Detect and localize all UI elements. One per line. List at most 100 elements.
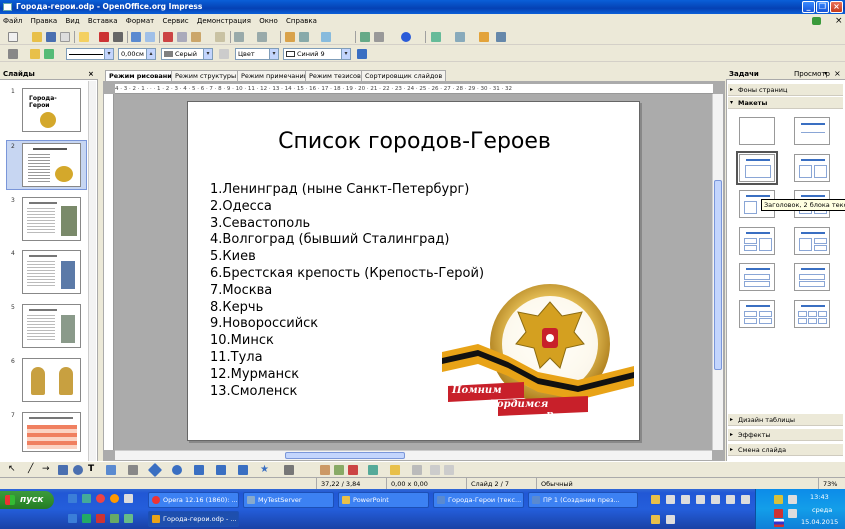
save-icon[interactable] — [46, 32, 56, 42]
area-color-select[interactable]: Серый ▾ — [161, 48, 213, 60]
interaction-icon[interactable] — [412, 465, 422, 475]
navigator-icon[interactable] — [360, 32, 370, 42]
new-icon[interactable] — [8, 32, 18, 42]
from-file-icon[interactable] — [320, 465, 330, 475]
extrusion-icon[interactable] — [368, 465, 378, 475]
custom-animation-icon[interactable] — [390, 465, 400, 475]
minimize-button[interactable]: _ — [802, 1, 815, 13]
print-icon[interactable] — [113, 32, 123, 42]
layout-title-only[interactable] — [794, 117, 830, 145]
layout-6-boxes[interactable] — [794, 300, 830, 328]
email-icon[interactable] — [60, 32, 70, 42]
slide-thumbnail-4[interactable] — [22, 250, 81, 294]
ellipse-tool-icon[interactable] — [73, 465, 83, 475]
rectangle-tool-icon[interactable] — [58, 465, 68, 475]
menu-file[interactable]: Файл — [0, 14, 25, 28]
arrow-tool-icon[interactable]: → — [42, 465, 52, 475]
tray-icon[interactable] — [711, 495, 720, 504]
section-effects[interactable]: ▸ Эффекты — [728, 429, 843, 441]
open-icon[interactable] — [32, 32, 42, 42]
line-color-select[interactable]: Синий 9 ▾ — [283, 48, 351, 60]
area-style-select[interactable]: Цвет ▾ — [235, 48, 279, 60]
slide-thumbnail-2[interactable] — [22, 143, 81, 187]
tray-icon[interactable] — [651, 495, 660, 504]
tray-icon[interactable] — [741, 495, 750, 504]
redo-icon[interactable] — [257, 32, 267, 42]
shield-icon[interactable] — [774, 495, 783, 504]
styles-icon[interactable] — [8, 49, 18, 59]
section-master-pages[interactable]: ▸ Фоны страниц — [728, 84, 843, 96]
scroll-thumb[interactable] — [714, 180, 722, 370]
edit-file-icon[interactable] — [79, 32, 89, 42]
slide-design-icon[interactable] — [455, 32, 465, 42]
connector-tool-icon[interactable] — [128, 465, 138, 475]
arrow-style-icon[interactable] — [44, 49, 54, 59]
layout-3-content[interactable] — [739, 227, 775, 255]
quicklaunch-icon[interactable] — [124, 514, 133, 523]
show-draw-functions-icon[interactable] — [321, 32, 331, 42]
area-icon[interactable] — [219, 49, 229, 59]
taskbar-goroda-geroi-text[interactable]: Города-Герои (текс... — [433, 492, 524, 508]
basic-shapes-icon[interactable] — [147, 462, 163, 478]
slide-thumbnail-6[interactable] — [22, 358, 81, 402]
menu-tools[interactable]: Сервис — [159, 14, 191, 28]
crop-icon[interactable] — [444, 465, 454, 475]
close-document-icon[interactable]: × — [832, 14, 845, 28]
points-icon[interactable] — [284, 465, 294, 475]
line-tool-icon[interactable]: ╱ — [28, 465, 38, 475]
chevron-down-icon[interactable]: ▾ — [824, 68, 827, 80]
layout-4-boxes[interactable] — [739, 300, 775, 328]
section-table-design[interactable]: ▸ Дизайн таблицы — [728, 414, 843, 426]
fontwork-icon[interactable] — [348, 465, 358, 475]
start-button[interactable]: пуск — [0, 491, 54, 509]
victory-emblem-image[interactable]: Помним Гордимся Верим — [438, 282, 638, 422]
antivirus-icon[interactable] — [774, 509, 783, 518]
network-icon[interactable] — [788, 495, 797, 504]
firefox-icon[interactable] — [110, 494, 119, 503]
slide-thumbnail-1[interactable]: Города-Герои — [22, 88, 81, 132]
section-layouts[interactable]: ▾ Макеты — [728, 97, 843, 109]
taskbar-powerpoint[interactable]: PowerPoint — [338, 492, 429, 508]
quicklaunch-icon[interactable] — [124, 494, 133, 503]
chart-icon[interactable] — [285, 32, 295, 42]
slides-scrollbar[interactable] — [88, 81, 96, 461]
tab-outline-view[interactable]: Режим структуры — [171, 70, 241, 81]
layout-3-content-b[interactable] — [794, 227, 830, 255]
line-icon[interactable] — [30, 49, 40, 59]
close-icon[interactable]: × — [88, 68, 94, 80]
spellcheck-icon[interactable] — [131, 32, 141, 42]
cut-icon[interactable] — [163, 32, 173, 42]
tray-icon[interactable] — [681, 495, 690, 504]
close-button[interactable]: × — [830, 1, 843, 13]
text-tool-icon[interactable]: T — [88, 465, 98, 475]
paste-icon[interactable] — [191, 32, 201, 42]
line-style-select[interactable]: ▾ — [66, 48, 114, 60]
menu-help[interactable]: Справка — [283, 14, 320, 28]
clone-format-icon[interactable] — [215, 32, 225, 42]
slide-canvas[interactable]: Список городов-Героев 1.Ленинград (ныне … — [187, 101, 640, 441]
help-icon[interactable] — [401, 32, 411, 42]
tray-icon[interactable] — [666, 515, 675, 524]
tray-icon[interactable] — [696, 495, 705, 504]
callouts-icon[interactable] — [238, 465, 248, 475]
quicklaunch-icon[interactable] — [82, 514, 91, 523]
menu-edit[interactable]: Правка — [28, 14, 61, 28]
tab-drawing-view[interactable]: Режим рисования — [105, 70, 181, 81]
copy-icon[interactable] — [177, 32, 187, 42]
slide-layout-icon[interactable] — [431, 32, 441, 42]
maximize-button[interactable]: ❐ — [816, 1, 829, 13]
layout-title-content[interactable] — [736, 151, 778, 185]
taskbar-pr1[interactable]: ПР 1 (Создание през... — [528, 492, 638, 508]
quicklaunch-icon[interactable] — [82, 494, 91, 503]
opera-icon[interactable] — [96, 494, 105, 503]
volume-icon[interactable] — [788, 509, 797, 518]
line-width-field[interactable]: 0,00см ▴ — [118, 48, 156, 60]
curve-tool-icon[interactable] — [106, 465, 116, 475]
quicklaunch-icon[interactable] — [68, 494, 77, 503]
quicklaunch-icon[interactable] — [110, 514, 119, 523]
section-slide-transition[interactable]: ▸ Смена слайда — [728, 444, 843, 456]
block-arrows-icon[interactable] — [194, 465, 204, 475]
gallery-icon[interactable] — [334, 465, 344, 475]
update-icon[interactable] — [812, 17, 821, 25]
flowchart-icon[interactable] — [216, 465, 226, 475]
